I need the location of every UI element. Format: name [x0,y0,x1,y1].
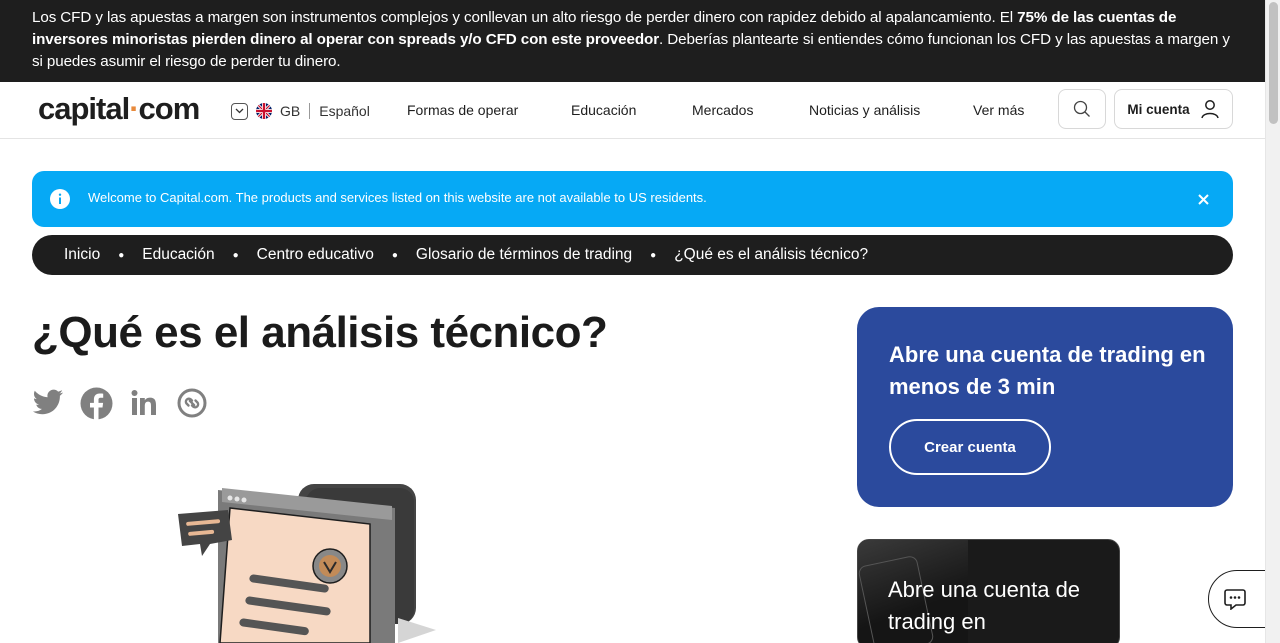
chat-button[interactable] [1208,570,1268,628]
scrollbar-thumb[interactable] [1269,2,1278,124]
breadcrumb-educacion[interactable]: Educación [142,246,214,264]
nav-ver-mas[interactable]: Ver más [973,102,1024,118]
linkedin-icon[interactable] [127,386,161,420]
us-residents-notice: Welcome to Capital.com. The products and… [32,171,1233,227]
uk-flag-icon [256,103,272,119]
my-account-button[interactable]: Mi cuenta [1114,89,1233,129]
nav-noticias-y-analisis[interactable]: Noticias y análisis [809,102,920,118]
cta-title: Abre una cuenta de trading en menos de 3… [889,342,1206,399]
search-icon [1073,100,1090,117]
promo-text: Abre una cuenta de trading en [888,577,1081,634]
breadcrumb-separator: ● [118,249,125,261]
breadcrumb: Inicio ● Educación ● Centro educativo ● … [32,235,1233,275]
info-icon [50,189,70,209]
region-code: GB [280,103,301,119]
close-icon[interactable] [1193,189,1213,209]
create-account-button[interactable]: Crear cuenta [889,419,1051,475]
nav-educacion[interactable]: Educación [571,102,636,118]
logo-text-com: com [138,91,201,126]
breadcrumb-glosario[interactable]: Glosario de términos de trading [416,246,632,264]
divider [309,103,311,119]
chat-icon [1224,589,1246,610]
breadcrumb-separator: ● [232,249,239,261]
page-title: ¿Qué es el análisis técnico? [32,308,608,357]
capital-logo[interactable]: capital·com [38,91,201,127]
page-scrollbar[interactable] [1265,0,1280,643]
open-account-card: Abre una cuenta de trading en menos de 3… [857,307,1233,507]
nav-formas-de-operar[interactable]: Formas de operar [407,102,518,118]
logo-text: capital [38,91,130,126]
breadcrumb-separator: ● [391,249,398,261]
document-illustration [170,478,450,643]
facebook-icon[interactable] [79,386,113,420]
language-label: Español [319,103,370,119]
site-header: capital·com GB Español Formas de operar … [0,82,1265,139]
app-promo-card[interactable]: Abre una cuenta de trading en [857,539,1120,643]
notice-text: Welcome to Capital.com. The products and… [88,190,707,205]
copy-link-icon[interactable] [175,386,209,420]
search-button[interactable] [1058,89,1106,129]
nav-mercados[interactable]: Mercados [692,102,753,118]
breadcrumb-separator: ● [650,249,657,261]
logo-dot: · [129,91,139,126]
risk-warning-banner: Los CFD y las apuestas a margen son inst… [0,0,1265,82]
breadcrumb-current-page: ¿Qué es el análisis técnico? [674,246,869,263]
breadcrumb-inicio[interactable]: Inicio [64,246,100,264]
breadcrumb-centro-educativo[interactable]: Centro educativo [257,246,374,264]
my-account-label: Mi cuenta [1127,101,1190,117]
risk-warning-text: Los CFD y las apuestas a margen son inst… [32,9,1018,26]
user-icon [1200,100,1219,119]
language-selector[interactable]: GB Español [231,101,370,121]
twitter-icon[interactable] [31,386,65,420]
chevron-down-icon [231,102,248,120]
